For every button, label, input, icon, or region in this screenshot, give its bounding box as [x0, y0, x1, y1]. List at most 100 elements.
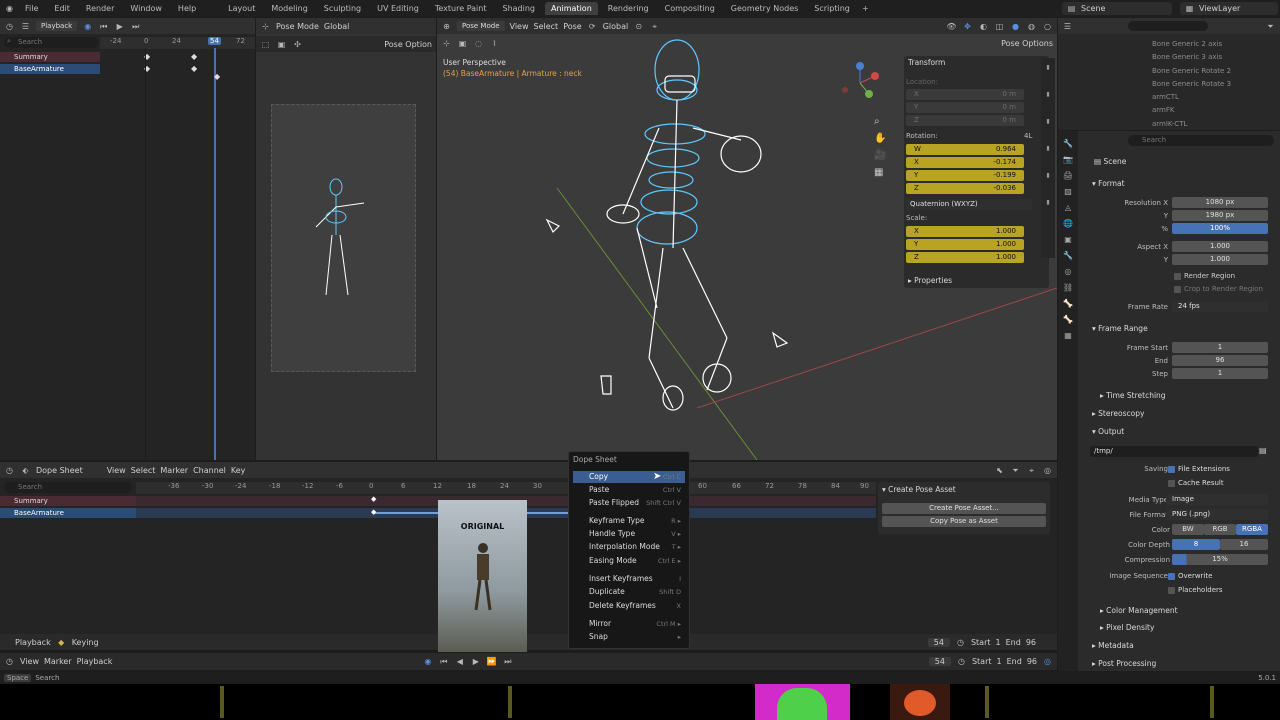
- jump-end-icon[interactable]: ⏭: [130, 21, 141, 32]
- outliner-item[interactable]: Bone Generic 3 axis: [1152, 51, 1231, 64]
- dopesheet-start-value[interactable]: 1: [996, 638, 1001, 647]
- object-props-icon[interactable]: ▣: [1064, 235, 1072, 244]
- frame-rate-dropdown[interactable]: 24 fps: [1172, 301, 1268, 312]
- menu-render[interactable]: Render: [80, 2, 120, 15]
- grid-icon[interactable]: ▦: [874, 167, 886, 178]
- dopesheet-menu-channel[interactable]: Channel: [193, 466, 226, 475]
- workspace-tab-texture-paint[interactable]: Texture Paint: [429, 2, 493, 15]
- menu-item-interpolation-mode[interactable]: Interpolation Mode T ▸: [573, 541, 685, 553]
- menu-item-keyframe-type[interactable]: Keyframe Type R ▸: [573, 515, 685, 527]
- menu-item-easing-mode[interactable]: Easing Mode Ctrl E ▸: [573, 555, 685, 567]
- color-bw-button[interactable]: BW: [1172, 524, 1204, 535]
- dopesheet-search-input[interactable]: Search: [4, 482, 132, 493]
- menu-item-paste[interactable]: Paste Ctrl V: [573, 484, 685, 496]
- zoom-icon[interactable]: ⌕: [874, 116, 886, 127]
- snap-icon[interactable]: ⌖: [1026, 465, 1037, 476]
- rot-w-field[interactable]: W 0.964: [906, 144, 1024, 155]
- n-panel-tabs[interactable]: ▮ ▮ ▮ ▮ ▮ ▮: [1041, 58, 1055, 258]
- dopesheet-mode-dropdown[interactable]: Dope Sheet: [36, 466, 83, 475]
- dopesheet-keying-dropdown[interactable]: Keying: [72, 638, 99, 647]
- properties-subpanel[interactable]: ▸ Properties: [908, 276, 952, 285]
- jump-start-icon[interactable]: ⏮: [98, 21, 109, 32]
- menu-item-mirror[interactable]: Mirror Ctrl M ▸: [573, 618, 685, 630]
- frame-end-field[interactable]: 96: [1172, 355, 1268, 366]
- camera-orientation[interactable]: Global: [324, 22, 350, 31]
- blender-logo-icon[interactable]: ◉: [4, 3, 15, 14]
- resolution-y-field[interactable]: 1980 px: [1172, 210, 1268, 221]
- file-extensions-checkbox[interactable]: File Extensions: [1168, 465, 1230, 473]
- keyframe[interactable]: ◆: [191, 52, 197, 61]
- tool-tab-icon[interactable]: ▮: [1046, 91, 1049, 98]
- color-management-section[interactable]: ▸ Color Management: [1100, 606, 1178, 615]
- aspect-y-field[interactable]: 1.000: [1172, 254, 1268, 265]
- frame-step-field[interactable]: 1: [1172, 368, 1268, 379]
- 3d-viewport[interactable]: ⊕ Pose Mode View Select Pose ⟳ Global ⊙ …: [437, 18, 1057, 460]
- outliner-editor-icon[interactable]: ☰: [1062, 21, 1073, 32]
- playback-dropdown[interactable]: Playback: [36, 21, 78, 31]
- create-pose-asset-title[interactable]: ▾ Create Pose Asset: [882, 485, 956, 494]
- keyframe[interactable]: ◆: [214, 72, 220, 81]
- editor-type-icon[interactable]: ◷: [4, 465, 15, 476]
- resolution-pct-field[interactable]: 100%: [1172, 223, 1268, 234]
- color-rgba-button[interactable]: RGBA: [1236, 524, 1268, 535]
- workspace-tab-compositing[interactable]: Compositing: [659, 2, 721, 15]
- playhead[interactable]: [214, 48, 216, 460]
- menu-item-handle-type[interactable]: Handle Type V ▸: [573, 528, 685, 540]
- vrm-tab-icon[interactable]: ▮: [1046, 172, 1049, 179]
- frame-start-field[interactable]: 1: [1172, 342, 1268, 353]
- compression-slider[interactable]: 15%: [1172, 554, 1268, 565]
- time-stretching-section[interactable]: ▸ Time Stretching: [1100, 391, 1166, 400]
- outliner-item[interactable]: Bone Generic 2 axis: [1152, 38, 1231, 51]
- filter-icon[interactable]: ⏷: [1265, 21, 1276, 32]
- dopesheet-menu-select[interactable]: Select: [131, 466, 156, 475]
- rot-x-field[interactable]: X -0.174: [906, 157, 1024, 168]
- workspace-tab-shading[interactable]: Shading: [496, 2, 541, 15]
- workspace-tab-uv-editing[interactable]: UV Editing: [371, 2, 425, 15]
- output-section[interactable]: ▾ Output: [1092, 427, 1124, 436]
- rot-z-field[interactable]: Z -0.036: [906, 183, 1024, 194]
- rot-y-field[interactable]: Y -0.199: [906, 170, 1024, 181]
- copy-pose-as-asset-button[interactable]: Copy Pose as Asset: [882, 516, 1046, 527]
- outliner-search-input[interactable]: [1128, 21, 1208, 31]
- view-layer-selector[interactable]: ▦ ViewLayer: [1180, 2, 1278, 15]
- file-format-dropdown[interactable]: PNG (.png): [1166, 509, 1268, 520]
- play-icon[interactable]: ▶: [114, 21, 125, 32]
- keyframe[interactable]: ◆: [371, 495, 376, 503]
- scale-x-field[interactable]: X 1.000: [906, 226, 1024, 237]
- proportional-icon[interactable]: ◎: [1042, 465, 1053, 476]
- menu-item-insert-keyframes[interactable]: Insert Keyframes I: [573, 573, 685, 585]
- create-pose-asset-button[interactable]: Create Pose Asset...: [882, 503, 1046, 514]
- outliner-item[interactable]: Bone Generic Rotate 2: [1152, 65, 1231, 78]
- outliner-item[interactable]: Bone Generic Rotate 3: [1152, 78, 1231, 91]
- menu-window[interactable]: Window: [124, 2, 168, 15]
- placeholders-checkbox[interactable]: Placeholders: [1168, 586, 1223, 594]
- scale-z-field[interactable]: Z 1.000: [906, 252, 1024, 263]
- timeline-current-frame[interactable]: 54: [928, 657, 951, 666]
- animation-tab-icon[interactable]: ▮: [1046, 145, 1049, 152]
- transform-title[interactable]: Transform: [908, 58, 945, 67]
- tool-props-icon[interactable]: 🔧: [1063, 139, 1073, 148]
- constraints-props-icon[interactable]: ⛓: [1063, 283, 1073, 292]
- add-workspace-icon[interactable]: +: [860, 3, 871, 14]
- crop-region-checkbox[interactable]: Crop to Render Region: [1174, 285, 1263, 293]
- view-tab-icon[interactable]: ▮: [1046, 118, 1049, 125]
- scene-props-icon[interactable]: ◬: [1065, 203, 1071, 212]
- depth-16-button[interactable]: 16: [1220, 539, 1268, 550]
- navigation-gizmo[interactable]: [835, 58, 885, 108]
- transform-icon[interactable]: ✣: [292, 39, 303, 50]
- world-props-icon[interactable]: 🌐: [1063, 219, 1073, 228]
- timeline-start-value[interactable]: 1: [997, 657, 1002, 666]
- dopesheet-menu-view[interactable]: View: [107, 466, 126, 475]
- dopesheet-menu-marker[interactable]: Marker: [160, 466, 188, 475]
- depth-8-button[interactable]: 8: [1172, 539, 1220, 550]
- channel-basearmature[interactable]: BaseArmature: [0, 508, 136, 518]
- channel-summary[interactable]: Summary: [0, 52, 100, 62]
- item-tab-icon[interactable]: ▮: [1046, 64, 1049, 71]
- menu-help[interactable]: Help: [172, 2, 202, 15]
- play-icon[interactable]: ▶: [470, 656, 481, 667]
- menu-item-paste-flipped[interactable]: Paste Flipped Shift Ctrl V: [573, 497, 685, 509]
- next-key-icon[interactable]: ⏩: [486, 656, 497, 667]
- timeline-menu-playback[interactable]: Playback: [77, 657, 113, 666]
- camera-pose-options[interactable]: Pose Option: [384, 40, 432, 49]
- workspace-tab-geometry-nodes[interactable]: Geometry Nodes: [725, 2, 804, 15]
